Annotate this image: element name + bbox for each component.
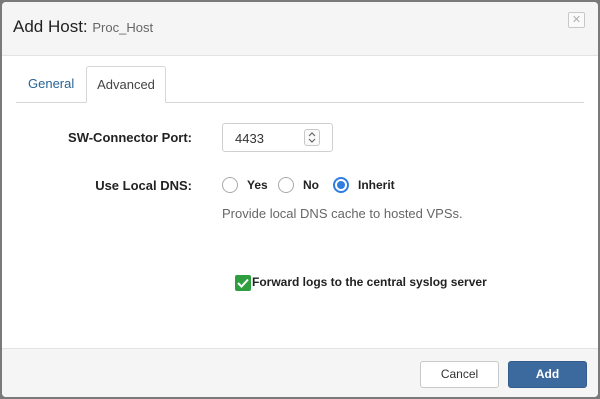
- stepper-arrows-icon: [308, 132, 316, 143]
- radio-label-no: No: [303, 178, 319, 192]
- dialog-title-text: Add Host:: [13, 17, 88, 36]
- radio-label-yes: Yes: [247, 178, 268, 192]
- port-label: SW-Connector Port:: [68, 130, 192, 145]
- tab-advanced[interactable]: Advanced: [86, 66, 166, 103]
- close-icon[interactable]: ✕: [568, 12, 585, 28]
- radio-circle[interactable]: [278, 177, 294, 193]
- dns-radio-group: Yes No Inherit: [222, 177, 422, 197]
- forward-logs-checkbox-row[interactable]: Forward logs to the central syslog serve…: [235, 274, 535, 292]
- port-stepper[interactable]: [304, 129, 320, 146]
- dialog-header: Add Host: Proc_Host ✕: [2, 2, 598, 56]
- port-input[interactable]: 4433: [222, 123, 333, 152]
- tab-bar: General Advanced: [16, 66, 584, 103]
- port-value: 4433: [235, 131, 264, 146]
- radio-circle[interactable]: [333, 177, 349, 193]
- radio-circle[interactable]: [222, 177, 238, 193]
- forward-logs-label: Forward logs to the central syslog serve…: [252, 275, 487, 289]
- forward-logs-checkbox[interactable]: [235, 275, 251, 291]
- tab-general[interactable]: General: [16, 66, 86, 102]
- dialog-title: Add Host: Proc_Host: [13, 17, 153, 37]
- dns-label: Use Local DNS:: [95, 178, 192, 193]
- checkmark-icon: [237, 278, 249, 288]
- add-button[interactable]: Add: [508, 361, 587, 388]
- radio-label-inherit: Inherit: [358, 178, 395, 192]
- dns-help-text: Provide local DNS cache to hosted VPSs.: [222, 206, 463, 221]
- dialog-footer: Cancel Add: [2, 348, 598, 397]
- add-host-dialog: Add Host: Proc_Host ✕ General Advanced S…: [2, 2, 598, 397]
- host-name: Proc_Host: [92, 20, 154, 35]
- cancel-button[interactable]: Cancel: [420, 361, 499, 388]
